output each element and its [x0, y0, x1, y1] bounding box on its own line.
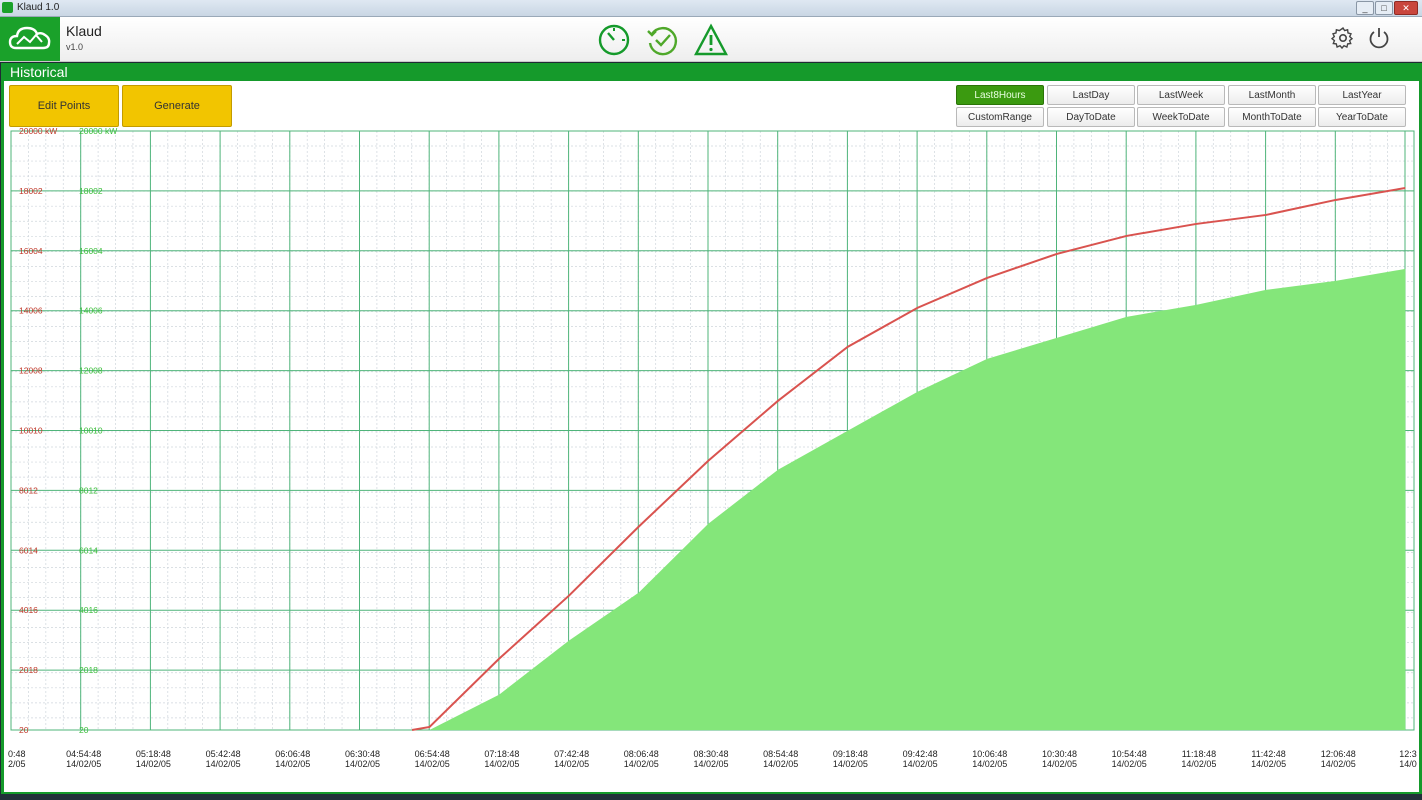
x-tick-date: 14/02/05 — [484, 759, 519, 769]
x-tick-date: 14/02/05 — [206, 759, 241, 769]
y-tick-label-left: 2018 — [19, 665, 38, 675]
y-tick-label-right: 18002 — [79, 186, 103, 196]
x-tick-date: 14/02/05 — [136, 759, 171, 769]
x-tick-time: 04:54:48 — [66, 749, 101, 759]
y-tick-label-right: 20 — [79, 725, 89, 735]
x-tick-date: 14/02/05 — [903, 759, 938, 769]
x-tick-time: 05:42:48 — [206, 749, 241, 759]
gauge-icon[interactable] — [597, 23, 631, 57]
x-tick-date: 14/02/05 — [972, 759, 1007, 769]
x-tick-date: 14/02/05 — [554, 759, 589, 769]
y-tick-label-left: 6014 — [19, 545, 38, 555]
y-tick-label-left: 18002 — [19, 186, 43, 196]
x-tick-date: 14/02/05 — [624, 759, 659, 769]
x-tick-time: 12:06:48 — [1321, 749, 1356, 759]
y-tick-label-right: 8012 — [79, 485, 98, 495]
historical-chart: 20 20 2018 2018 4016 4016 6014 6014 8012 8012 1001… — [8, 126, 1417, 769]
x-tick-date: 2/05 — [8, 759, 26, 769]
bottom-strip — [0, 794, 1422, 800]
x-tick-date: 14/02/05 — [1112, 759, 1147, 769]
y-tick-label-left: 8012 — [19, 485, 38, 495]
maximize-button[interactable]: □ — [1375, 1, 1393, 15]
y-tick-label-right: 4016 — [79, 605, 98, 615]
x-tick-date: 14/02/05 — [833, 759, 868, 769]
x-tick-time: 10:54:48 — [1112, 749, 1147, 759]
x-tick-time: 07:18:48 — [484, 749, 519, 759]
close-button[interactable]: ✕ — [1394, 1, 1418, 15]
cloud-logo-icon — [0, 17, 60, 61]
x-tick-time: 08:06:48 — [624, 749, 659, 759]
x-tick-time: 08:30:48 — [693, 749, 728, 759]
x-tick-time: 05:18:48 — [136, 749, 171, 759]
x-tick-time: 06:54:48 — [415, 749, 450, 759]
y-tick-label-left: 20000 kW — [19, 126, 57, 136]
x-tick-date: 14/02/05 — [1042, 759, 1077, 769]
app-header: Klaud v1.0 — [0, 17, 1422, 62]
x-tick-date: 14/02/05 — [1181, 759, 1216, 769]
power-icon[interactable] — [1367, 26, 1391, 50]
y-tick-label-right: 2018 — [79, 665, 98, 675]
y-tick-label-right: 10010 — [79, 426, 103, 436]
y-tick-label-left: 4016 — [19, 605, 38, 615]
x-tick-time: 11:42:48 — [1251, 749, 1285, 759]
x-tick-time: 08:54:48 — [763, 749, 798, 759]
app-icon — [2, 2, 13, 13]
x-tick-date: 14/02/05 — [66, 759, 101, 769]
x-tick-date: 14/02/05 — [345, 759, 380, 769]
y-tick-label-left: 20 — [19, 725, 29, 735]
x-tick-date: 14/02/05 — [415, 759, 450, 769]
minimize-button[interactable]: _ — [1356, 1, 1374, 15]
x-tick-time: 06:30:48 — [345, 749, 380, 759]
x-tick-date: 14/02/05 — [275, 759, 310, 769]
y-tick-label-left: 10010 — [19, 426, 43, 436]
y-tick-label-right: 16004 — [79, 246, 103, 256]
historical-panel: Historical Edit Points Generate Last8Hou… — [1, 63, 1422, 795]
y-tick-label-right: 6014 — [79, 545, 98, 555]
x-tick-time: 09:42:48 — [903, 749, 938, 759]
y-tick-label-left: 16004 — [19, 246, 43, 256]
y-tick-label-right: 20000 kW — [79, 126, 117, 136]
y-tick-label-right: 14006 — [79, 306, 103, 316]
window-title: Klaud 1.0 — [17, 2, 60, 13]
app-version: v1.0 — [66, 42, 84, 52]
history-check-icon[interactable] — [645, 23, 679, 57]
warning-icon[interactable] — [694, 23, 728, 57]
x-tick-time: 06:06:48 — [275, 749, 310, 759]
y-tick-label-right: 12008 — [79, 366, 103, 376]
x-tick-date: 14/0 — [1399, 759, 1417, 769]
x-tick-time: 10:06:48 — [972, 749, 1007, 759]
x-tick-time: 12:3 — [1399, 749, 1417, 759]
x-tick-time: 11:18:48 — [1182, 749, 1216, 759]
x-tick-date: 14/02/05 — [693, 759, 728, 769]
settings-icon[interactable] — [1331, 26, 1355, 50]
y-tick-label-left: 12008 — [19, 366, 43, 376]
x-tick-date: 14/02/05 — [1321, 759, 1356, 769]
x-tick-time: 07:42:48 — [554, 749, 589, 759]
x-tick-time: 0:48 — [8, 749, 26, 759]
app-name: Klaud — [66, 23, 102, 39]
x-tick-date: 14/02/05 — [763, 759, 798, 769]
y-tick-label-left: 14006 — [19, 306, 43, 316]
x-tick-time: 09:18:48 — [833, 749, 868, 759]
x-tick-date: 14/02/05 — [1251, 759, 1286, 769]
x-tick-time: 10:30:48 — [1042, 749, 1077, 759]
window-titlebar: Klaud 1.0 _ □ ✕ — [0, 0, 1422, 17]
